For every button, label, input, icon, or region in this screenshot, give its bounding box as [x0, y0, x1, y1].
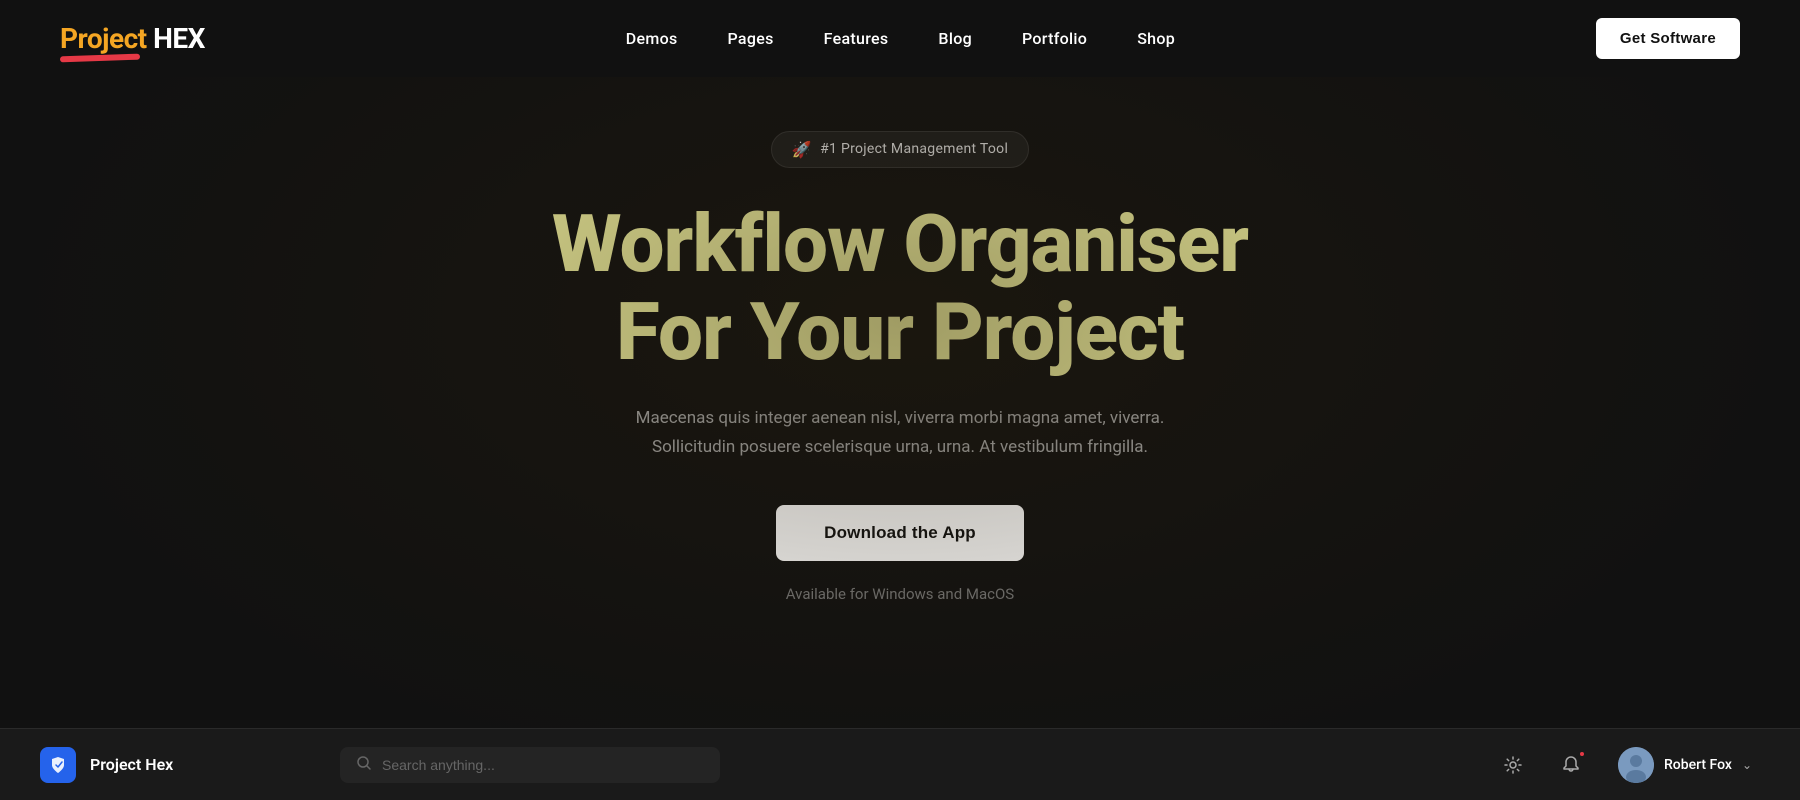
search-icon [356, 755, 372, 775]
user-profile[interactable]: Robert Fox ⌄ [1610, 743, 1760, 787]
logo-hex-text: HEX [147, 22, 205, 55]
nav-link-portfolio[interactable]: Portfolio [1022, 29, 1087, 48]
bottom-logo: Project Hex [40, 747, 300, 783]
nav-item-portfolio[interactable]: Portfolio [1022, 29, 1087, 48]
nav-item-demos[interactable]: Demos [626, 29, 678, 48]
nav-link-demos[interactable]: Demos [626, 29, 678, 48]
hero-subtitle-line1: Maecenas quis integer aenean nisl, viver… [636, 408, 1165, 428]
hero-subtitle-line2: Sollicitudin posuere scelerisque urna, u… [652, 437, 1148, 457]
bell-icon [1561, 755, 1581, 775]
hero-title-line2: For Your Project [616, 285, 1184, 379]
nav-link-pages[interactable]: Pages [728, 29, 774, 48]
gear-icon [1503, 755, 1523, 775]
bottom-logo-icon [40, 747, 76, 783]
search-input[interactable] [382, 757, 704, 773]
chevron-down-icon: ⌄ [1742, 758, 1752, 772]
logo-project-text: Project [60, 22, 147, 55]
bottom-right-controls: Robert Fox ⌄ [1494, 743, 1760, 787]
nav-link-blog[interactable]: Blog [938, 29, 972, 48]
notifications-button[interactable] [1552, 746, 1590, 784]
bottom-logo-svg-icon [48, 755, 68, 775]
nav-item-features[interactable]: Features [824, 29, 889, 48]
nav-item-pages[interactable]: Pages [728, 29, 774, 48]
logo[interactable]: Project HEX [60, 22, 205, 55]
available-platforms-text: Available for Windows and MacOS [786, 585, 1014, 603]
search-bar[interactable] [340, 747, 720, 783]
settings-button[interactable] [1494, 746, 1532, 784]
nav-link-features[interactable]: Features [824, 29, 889, 48]
badge: 🚀 #1 Project Management Tool [771, 131, 1029, 168]
bottom-app-bar: Project Hex [0, 728, 1800, 800]
hero-title: Workflow Organiser For Your Project [552, 200, 1248, 376]
notification-badge [1578, 750, 1586, 758]
hero-subtitle: Maecenas quis integer aenean nisl, viver… [636, 404, 1165, 462]
avatar-image [1618, 747, 1654, 783]
nav-item-shop[interactable]: Shop [1137, 29, 1175, 48]
download-app-button[interactable]: Download the App [776, 505, 1024, 561]
get-software-button[interactable]: Get Software [1596, 18, 1740, 59]
nav-links: Demos Pages Features Blog Portfolio Shop [626, 29, 1175, 48]
bottom-logo-text: Project Hex [90, 755, 173, 774]
badge-text: #1 Project Management Tool [820, 141, 1008, 157]
hero-title-line1: Workflow Organiser [552, 197, 1248, 291]
navbar: Project HEX Demos Pages Features Blog Po… [0, 0, 1800, 77]
user-name-text: Robert Fox [1664, 757, 1732, 773]
hero-section: 🚀 #1 Project Management Tool Workflow Or… [0, 77, 1800, 637]
nav-item-blog[interactable]: Blog [938, 29, 972, 48]
nav-link-shop[interactable]: Shop [1137, 29, 1175, 48]
badge-rocket-icon: 🚀 [792, 140, 812, 159]
avatar [1618, 747, 1654, 783]
